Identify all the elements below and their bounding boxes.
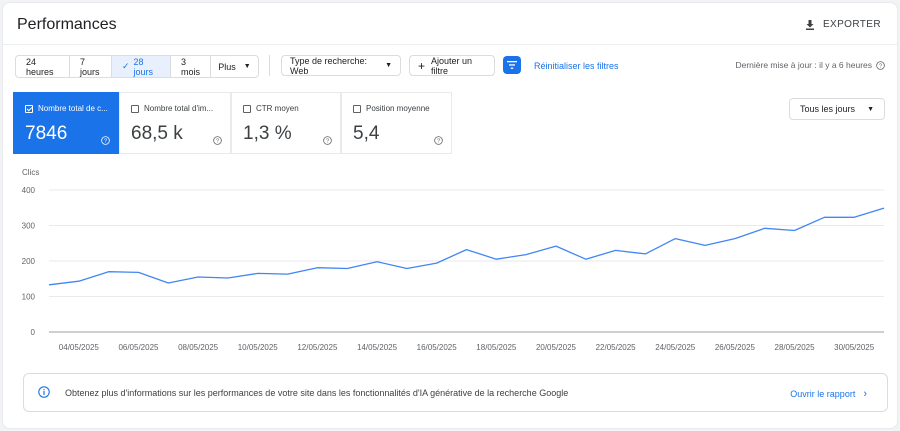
x-tick-label: 22/05/2025 bbox=[596, 343, 637, 352]
y-tick-label: 100 bbox=[22, 293, 36, 302]
range-3m[interactable]: 3 mois bbox=[171, 56, 211, 77]
x-tick-label: 04/05/2025 bbox=[59, 343, 100, 352]
x-tick-label: 28/05/2025 bbox=[775, 343, 816, 352]
filter-options-button[interactable] bbox=[503, 56, 521, 74]
granularity-label: Tous les jours bbox=[800, 104, 856, 114]
y-tick-label: 300 bbox=[22, 222, 36, 231]
checkbox-icon[interactable] bbox=[243, 104, 251, 113]
range-label: 7 jours bbox=[80, 56, 100, 77]
range-24h[interactable]: 24 heures bbox=[16, 56, 70, 77]
metric-label: CTR moyen bbox=[256, 104, 299, 113]
page-title: Performances bbox=[17, 16, 117, 33]
x-tick-label: 30/05/2025 bbox=[834, 343, 875, 352]
search-type-dropdown[interactable]: Type de recherche: Web ▼ bbox=[281, 55, 401, 76]
checkbox-icon[interactable] bbox=[131, 104, 139, 113]
clicks-line bbox=[48, 207, 885, 286]
clicks-chart: Clics 0 100 200 300 400 04/05/2025 06/05/2025 08… bbox=[22, 168, 885, 352]
x-tick-label: 20/05/2025 bbox=[536, 343, 577, 352]
info-icon bbox=[38, 386, 50, 398]
date-range-selector: 24 heures 7 jours ✓ 28 jours 3 mois Plus ▼ bbox=[15, 55, 259, 78]
help-icon[interactable]: ? bbox=[876, 60, 885, 70]
y-axis-title: Clics bbox=[22, 168, 39, 177]
metric-avg-ctr[interactable]: CTR moyen 1,3 % ? bbox=[231, 92, 341, 154]
metric-value: 7846 bbox=[25, 123, 68, 144]
help-icon[interactable]: ? bbox=[213, 136, 222, 145]
x-tick-label: 06/05/2025 bbox=[118, 343, 159, 352]
metric-value: 68,5 k bbox=[131, 123, 183, 144]
metric-total-impressions[interactable]: Nombre total d'im... 68,5 k ? bbox=[119, 92, 231, 154]
caret-down-icon: ▼ bbox=[243, 63, 251, 70]
export-button[interactable]: EXPORTER bbox=[805, 19, 881, 30]
header-divider bbox=[3, 44, 897, 45]
x-tick-label: 08/05/2025 bbox=[178, 343, 219, 352]
x-tick-label: 16/05/2025 bbox=[417, 343, 458, 352]
range-label: Plus bbox=[218, 61, 236, 72]
y-tick-label: 0 bbox=[31, 328, 36, 337]
add-filter-button[interactable]: + Ajouter un filtre bbox=[409, 55, 495, 76]
help-icon[interactable]: ? bbox=[434, 136, 443, 145]
toolbar-divider bbox=[269, 55, 270, 76]
download-icon bbox=[805, 19, 814, 30]
x-tick-label: 24/05/2025 bbox=[655, 343, 696, 352]
caret-down-icon: ▼ bbox=[867, 105, 874, 113]
reset-filters-link[interactable]: Réinitialiser les filtres bbox=[534, 61, 619, 71]
metric-label: Nombre total d'im... bbox=[144, 104, 214, 113]
check-icon: ✓ bbox=[122, 61, 130, 71]
caret-down-icon: ▼ bbox=[385, 62, 392, 69]
range-more[interactable]: Plus ▼ bbox=[211, 56, 258, 77]
open-report-label: Ouvrir le rapport bbox=[790, 389, 856, 399]
search-type-label: Type de recherche: Web bbox=[290, 55, 368, 76]
granularity-dropdown[interactable]: Tous les jours ▼ bbox=[789, 98, 885, 120]
range-label: 3 mois bbox=[181, 56, 201, 77]
metric-total-clicks[interactable]: Nombre total de c... 7846 ? bbox=[13, 92, 119, 154]
range-28d[interactable]: ✓ 28 jours bbox=[112, 56, 171, 77]
x-tick-label: 10/05/2025 bbox=[238, 343, 279, 352]
y-tick-label: 400 bbox=[22, 186, 36, 195]
x-tick-label: 18/05/2025 bbox=[476, 343, 517, 352]
add-filter-label: Ajouter un filtre bbox=[431, 55, 473, 76]
help-icon[interactable]: ? bbox=[323, 136, 332, 145]
metric-label: Position moyenne bbox=[366, 104, 430, 113]
range-label: 28 jours bbox=[133, 56, 154, 77]
metric-value: 5,4 bbox=[353, 123, 380, 144]
checkbox-checked-icon[interactable] bbox=[25, 104, 33, 113]
open-report-link[interactable]: Ouvrir le rapport › bbox=[790, 388, 867, 400]
performance-card: Performances EXPORTER 24 heures 7 jours … bbox=[2, 2, 898, 429]
info-text: Obtenez plus d'informations sur les perf… bbox=[65, 388, 569, 398]
metric-value: 1,3 % bbox=[243, 123, 292, 144]
info-banner: Obtenez plus d'informations sur les perf… bbox=[23, 373, 888, 412]
x-tick-label: 12/05/2025 bbox=[297, 343, 338, 352]
checkbox-icon[interactable] bbox=[353, 104, 361, 113]
last-update: Dernière mise à jour : il y a 6 heures ? bbox=[735, 60, 885, 70]
plus-icon: + bbox=[418, 58, 426, 73]
y-tick-label: 200 bbox=[22, 257, 36, 266]
filter-icon bbox=[507, 61, 517, 69]
help-icon[interactable]: ? bbox=[101, 136, 110, 145]
range-7d[interactable]: 7 jours bbox=[70, 56, 112, 77]
x-tick-label: 14/05/2025 bbox=[357, 343, 398, 352]
metric-label: Nombre total de c... bbox=[38, 104, 108, 113]
chevron-right-icon: › bbox=[863, 388, 867, 400]
metric-avg-position[interactable]: Position moyenne 5,4 ? bbox=[341, 92, 452, 154]
last-update-text: Dernière mise à jour : il y a 6 heures bbox=[735, 60, 872, 70]
range-label: 24 heures bbox=[26, 56, 54, 77]
export-label: EXPORTER bbox=[822, 19, 881, 30]
x-tick-label: 26/05/2025 bbox=[715, 343, 756, 352]
